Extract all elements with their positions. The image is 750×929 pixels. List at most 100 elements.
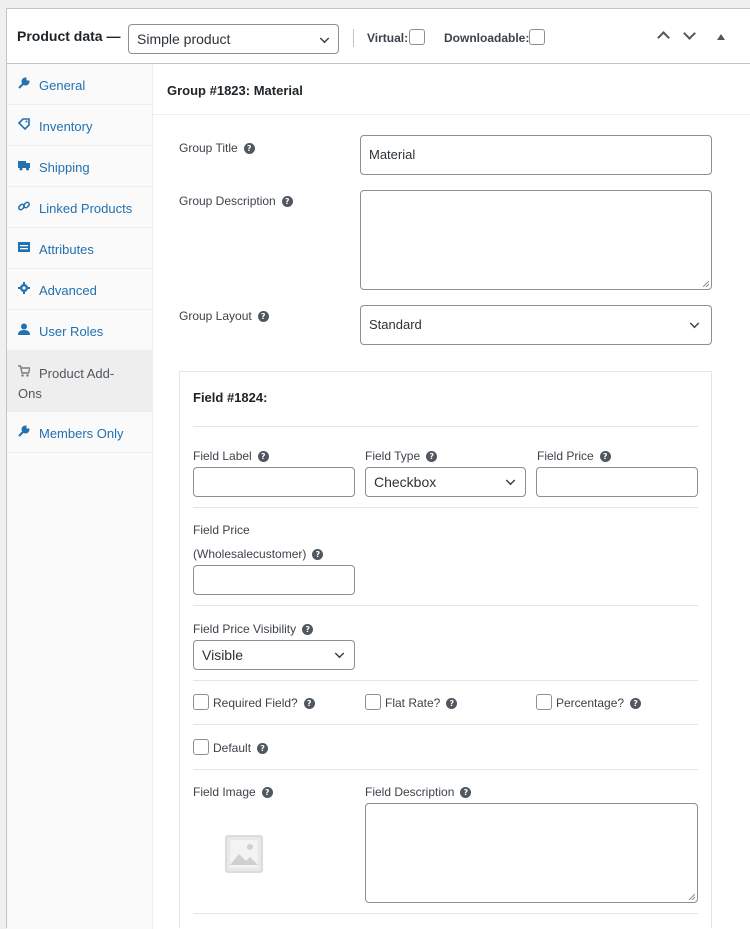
help-icon[interactable]: ?	[243, 143, 255, 154]
select-value: Checkbox	[374, 474, 437, 490]
help-icon[interactable]: ?	[281, 196, 293, 207]
label-text: Field Price Visibility	[193, 622, 297, 636]
product-type-select[interactable]: Simple product	[128, 24, 339, 54]
product-type-value: Simple product	[137, 31, 231, 47]
label-text: Required Field?	[213, 696, 298, 710]
flat-rate-label: Flat Rate??	[385, 696, 458, 710]
help-icon[interactable]: ?	[426, 451, 438, 462]
default-checkbox[interactable]	[193, 739, 209, 755]
wrench-icon	[18, 77, 30, 89]
field-label-label: Field Label?	[193, 449, 269, 463]
label-text: Field Image	[193, 785, 256, 799]
label-text: Percentage?	[556, 696, 625, 710]
product-data-tabs: General Inventory Shipping Linked Produc…	[7, 64, 153, 929]
label-text: Field Type	[365, 449, 421, 463]
truck-icon	[18, 161, 30, 171]
tab-label-continued: Ons	[18, 386, 42, 401]
select-value: Visible	[202, 647, 243, 663]
divider	[193, 426, 698, 427]
tab-product-add-ons[interactable]: Product Add- Ons	[7, 351, 153, 412]
tab-advanced[interactable]: Advanced	[7, 269, 153, 310]
cart-icon	[18, 365, 30, 377]
price-visibility-label: Field Price Visibility?	[193, 622, 314, 636]
field-description-textarea[interactable]	[365, 803, 698, 903]
field-type-select[interactable]: Checkbox	[365, 467, 526, 497]
group-title-label: Group Title?	[179, 141, 255, 155]
divider	[353, 29, 354, 47]
field-description-label: Field Description?	[365, 785, 472, 799]
tab-shipping[interactable]: Shipping	[7, 146, 153, 187]
downloadable-checkbox[interactable]	[529, 29, 545, 45]
group-description-label: Group Description?	[179, 194, 293, 208]
tab-members-only[interactable]: Members Only	[7, 412, 153, 453]
required-field-label: Required Field??	[213, 696, 315, 710]
label-text: Field Price	[537, 449, 594, 463]
divider	[193, 507, 698, 508]
resize-handle-icon[interactable]	[687, 892, 695, 900]
virtual-label: Virtual:	[367, 31, 409, 45]
help-icon[interactable]: ?	[460, 787, 472, 798]
wholesale-price-label-line1: Field Price	[193, 523, 250, 537]
divider	[193, 769, 698, 770]
tab-attributes[interactable]: Attributes	[7, 228, 153, 269]
label-text: Group Title	[179, 141, 238, 155]
group-layout-label: Group Layout?	[179, 309, 269, 323]
tab-label: Attributes	[39, 242, 94, 257]
label-text: Group Description	[179, 194, 276, 208]
help-icon[interactable]: ?	[257, 451, 269, 462]
tab-linked-products[interactable]: Linked Products	[7, 187, 153, 228]
help-icon[interactable]: ?	[599, 451, 611, 462]
resize-handle-icon[interactable]	[701, 279, 709, 287]
image-placeholder-icon[interactable]	[225, 835, 263, 873]
group-layout-select[interactable]: Standard	[360, 305, 712, 345]
product-data-header: Product data — Simple product Virtual: D…	[7, 9, 750, 64]
label-text: Flat Rate?	[385, 696, 441, 710]
product-data-title: Product data —	[17, 28, 121, 44]
group-title-input[interactable]: Material	[360, 135, 712, 175]
move-up-icon[interactable]	[657, 31, 670, 44]
field-price-label: Field Price?	[537, 449, 611, 463]
help-icon[interactable]: ?	[257, 743, 269, 754]
help-icon[interactable]: ?	[630, 698, 642, 709]
required-field-checkbox[interactable]	[193, 694, 209, 710]
wrench-icon	[18, 425, 30, 437]
tab-general[interactable]: General	[7, 64, 153, 105]
collapse-toggle-icon[interactable]	[717, 34, 725, 40]
help-icon[interactable]: ?	[303, 698, 315, 709]
group-description-textarea[interactable]	[360, 190, 712, 290]
link-icon	[18, 201, 30, 211]
flat-rate-checkbox[interactable]	[365, 694, 381, 710]
label-text: (Wholesalecustomer)	[193, 547, 307, 561]
tab-user-roles[interactable]: User Roles	[7, 310, 153, 351]
input-value: Material	[369, 147, 416, 162]
field-label-input[interactable]	[193, 467, 355, 497]
tab-label: General	[39, 78, 86, 93]
tab-label: Linked Products	[39, 201, 133, 216]
price-visibility-select[interactable]: Visible	[193, 640, 355, 670]
help-icon[interactable]: ?	[261, 787, 273, 798]
help-icon[interactable]: ?	[446, 698, 458, 709]
group-heading-bar[interactable]: Group #1823: Material	[153, 64, 750, 115]
group-heading: Group #1823: Material	[167, 83, 303, 98]
label-text: Group Layout	[179, 309, 252, 323]
move-down-icon[interactable]	[683, 27, 696, 40]
default-label: Default?	[213, 741, 269, 755]
divider	[193, 680, 698, 681]
help-icon[interactable]: ?	[302, 624, 314, 635]
divider	[193, 724, 698, 725]
virtual-checkbox[interactable]	[409, 29, 425, 45]
field-heading: Field #1824:	[193, 390, 268, 405]
field-price-input[interactable]	[536, 467, 698, 497]
help-icon[interactable]: ?	[312, 549, 324, 560]
tab-label: Product Add-	[39, 366, 115, 381]
wholesale-price-input[interactable]	[193, 565, 355, 595]
user-icon	[18, 323, 30, 335]
help-icon[interactable]: ?	[257, 311, 269, 322]
tab-label: User Roles	[39, 324, 104, 339]
select-value: Standard	[369, 317, 422, 332]
percentage-checkbox[interactable]	[536, 694, 552, 710]
tab-inventory[interactable]: Inventory	[7, 105, 153, 146]
gear-icon	[18, 282, 30, 294]
tag-icon	[18, 118, 30, 130]
tab-label: Inventory	[39, 119, 93, 134]
